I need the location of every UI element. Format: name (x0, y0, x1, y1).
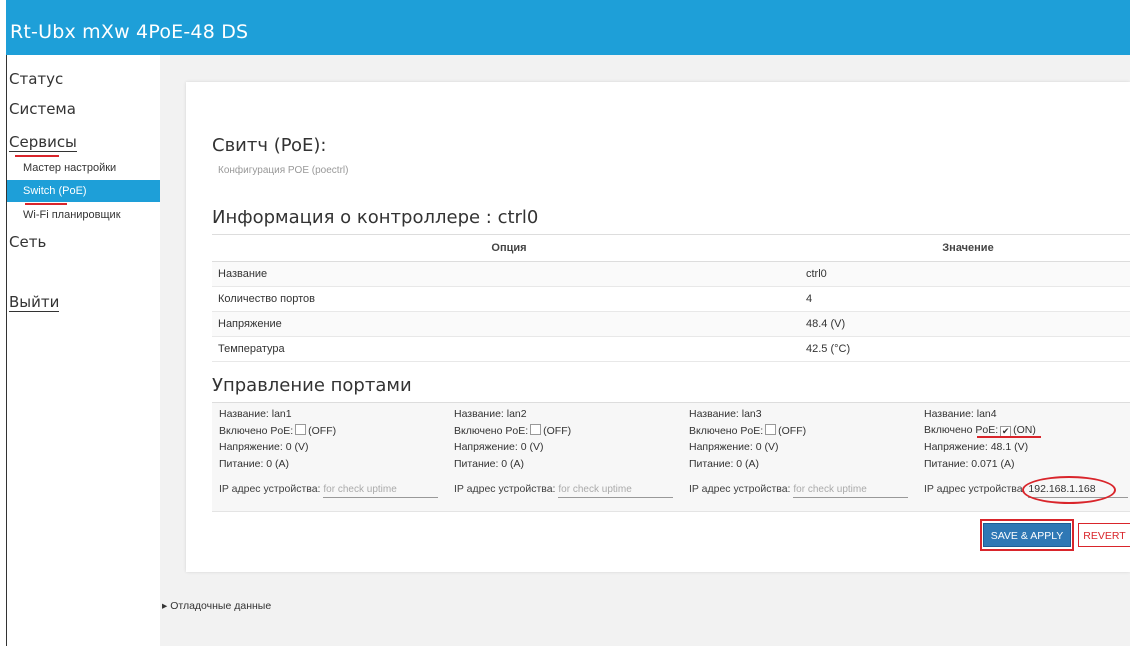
ports-heading: Управление портами (212, 375, 412, 396)
port-voltage: Напряжение: 0 (V) (454, 441, 544, 453)
port-lan3: Название: lan3 Включено PoE: (OFF) Напряж… (689, 408, 919, 474)
sidebar-item-logout-label: Выйти (9, 293, 60, 312)
port-ip-row: IP адрес устройства: for check uptime (219, 483, 439, 498)
port-poe-state: (OFF) (778, 425, 807, 437)
sidebar-subitem-wizard-label: Мастер настройки (23, 162, 117, 174)
ip-input-lan3[interactable]: for check uptime (793, 484, 909, 498)
table-header-row: Опция Значение (212, 234, 1130, 262)
table-row: Напряжение 48.4 (V) (212, 311, 1130, 337)
revert-button[interactable]: REVERT (1078, 523, 1130, 547)
table-cell-option: Температура (212, 336, 806, 362)
column-header-value: Значение (806, 234, 1130, 262)
table-cell-value: 48.4 (V) (806, 311, 1130, 337)
port-poe-row: Включено PoE: (OFF) (689, 424, 919, 440)
port-voltage: Напряжение: 48.1 (V) (924, 441, 1029, 453)
port-poe-label: Включено PoE: (454, 425, 529, 437)
port-name: Название: lan2 (454, 408, 527, 420)
port-lan1: Название: lan1 Включено PoE: (OFF) Напряж… (219, 408, 449, 474)
controller-info-table: Опция Значение Название ctrl0 Количество… (212, 234, 1130, 362)
annotation-box-save (980, 519, 1074, 551)
port-poe-state: (ON) (1013, 424, 1036, 436)
port-name: Название: lan1 (219, 408, 292, 420)
brand-title[interactable]: Rt-Ubx mXw 4PoE-48 DS (10, 21, 248, 43)
annotation-circle-ip (1022, 476, 1116, 504)
controller-heading: Информация о контроллере : ctrl0 (212, 207, 539, 228)
poe-checkbox-lan3[interactable] (765, 424, 777, 435)
port-power: Питание: 0 (A) (219, 458, 290, 470)
debug-toggle[interactable]: ▸ Отладочные данные (162, 600, 271, 612)
table-cell-option: Количество портов (212, 286, 806, 312)
table-row: Название ctrl0 (212, 261, 1130, 287)
port-poe-row: Включено PoE: (OFF) (219, 424, 449, 440)
table-cell-value: 4 (806, 286, 1130, 312)
port-ip-row: IP адрес устройства: for check uptime (454, 483, 674, 498)
port-poe-state: (OFF) (308, 425, 337, 437)
ports-panel: Название: lan1 Включено PoE: (OFF) Напряж… (212, 402, 1130, 512)
port-poe-state: (OFF) (543, 425, 572, 437)
sidebar-subitem-wifi-scheduler[interactable]: Wi-Fi планировщик (7, 204, 160, 226)
port-poe-label: Включено PoE: (689, 425, 764, 437)
table-cell-value: ctrl0 (806, 261, 1130, 287)
debug-label: Отладочные данные (170, 600, 272, 612)
table-row: Температура 42.5 (°C) (212, 336, 1130, 362)
ip-label: IP адрес устройства: (454, 483, 556, 495)
port-poe-label: Включено PoE: (219, 425, 294, 437)
table-cell-option: Название (212, 261, 806, 287)
sidebar-item-logout[interactable]: Выйти (9, 293, 60, 312)
sidebar-subitem-switch-poe-label: Switch (PoE) (23, 185, 87, 197)
port-name: Название: lan4 (924, 408, 997, 420)
annotation-underline-poe-on (977, 436, 1041, 438)
ip-input-lan2[interactable]: for check uptime (558, 484, 674, 498)
poe-checkbox-lan2[interactable] (530, 424, 542, 435)
port-voltage: Напряжение: 0 (V) (219, 441, 309, 453)
port-poe-row: Включено PoE: (OFF) (454, 424, 684, 440)
sidebar: Статус Система Сервисы Мастер настройки … (7, 55, 160, 646)
sidebar-subitem-wizard[interactable]: Мастер настройки (7, 157, 160, 179)
ip-label: IP адрес устройства: (219, 483, 321, 495)
page-description: Конфигурация POE (poectrl) (218, 165, 349, 176)
sidebar-item-system[interactable]: Система (9, 100, 76, 118)
expand-triangle-icon: ▸ (162, 600, 168, 612)
ip-input-lan1[interactable]: for check uptime (323, 484, 439, 498)
sidebar-item-network[interactable]: Сеть (9, 233, 46, 251)
header-bar: Rt-Ubx mXw 4PoE-48 DS (6, 0, 1130, 55)
port-power: Питание: 0 (A) (454, 458, 525, 470)
port-power: Питание: 0 (A) (689, 458, 760, 470)
sidebar-subitem-switch-poe[interactable]: Switch (PoE) (7, 180, 160, 202)
port-poe-label: Включено PoE: (924, 424, 999, 436)
sidebar-item-services[interactable]: Сервисы (9, 133, 77, 152)
ip-label: IP адрес устройства: (924, 483, 1026, 495)
port-name: Название: lan3 (689, 408, 762, 420)
column-header-option: Опция (212, 234, 806, 262)
page-title: Свитч (PoE): (212, 135, 327, 156)
table-row: Количество портов 4 (212, 286, 1130, 312)
poe-checkbox-lan1[interactable] (295, 424, 307, 435)
sidebar-item-status[interactable]: Статус (9, 70, 63, 88)
sidebar-subitem-wifi-scheduler-label: Wi-Fi планировщик (23, 209, 121, 221)
ip-label: IP адрес устройства: (689, 483, 791, 495)
checkmark-icon: ✔ (1001, 426, 1010, 436)
sidebar-item-services-label: Сервисы (9, 133, 77, 152)
table-cell-value: 42.5 (°C) (806, 336, 1130, 362)
port-lan4: Название: lan4 Включено PoE: ✔ (ON) Напряж… (924, 408, 1130, 474)
port-power: Питание: 0.071 (A) (924, 458, 1015, 470)
port-voltage: Напряжение: 0 (V) (689, 441, 779, 453)
port-ip-row: IP адрес устройства: for check uptime (689, 483, 909, 498)
port-lan2: Название: lan2 Включено PoE: (OFF) Напряж… (454, 408, 684, 474)
table-cell-option: Напряжение (212, 311, 806, 337)
